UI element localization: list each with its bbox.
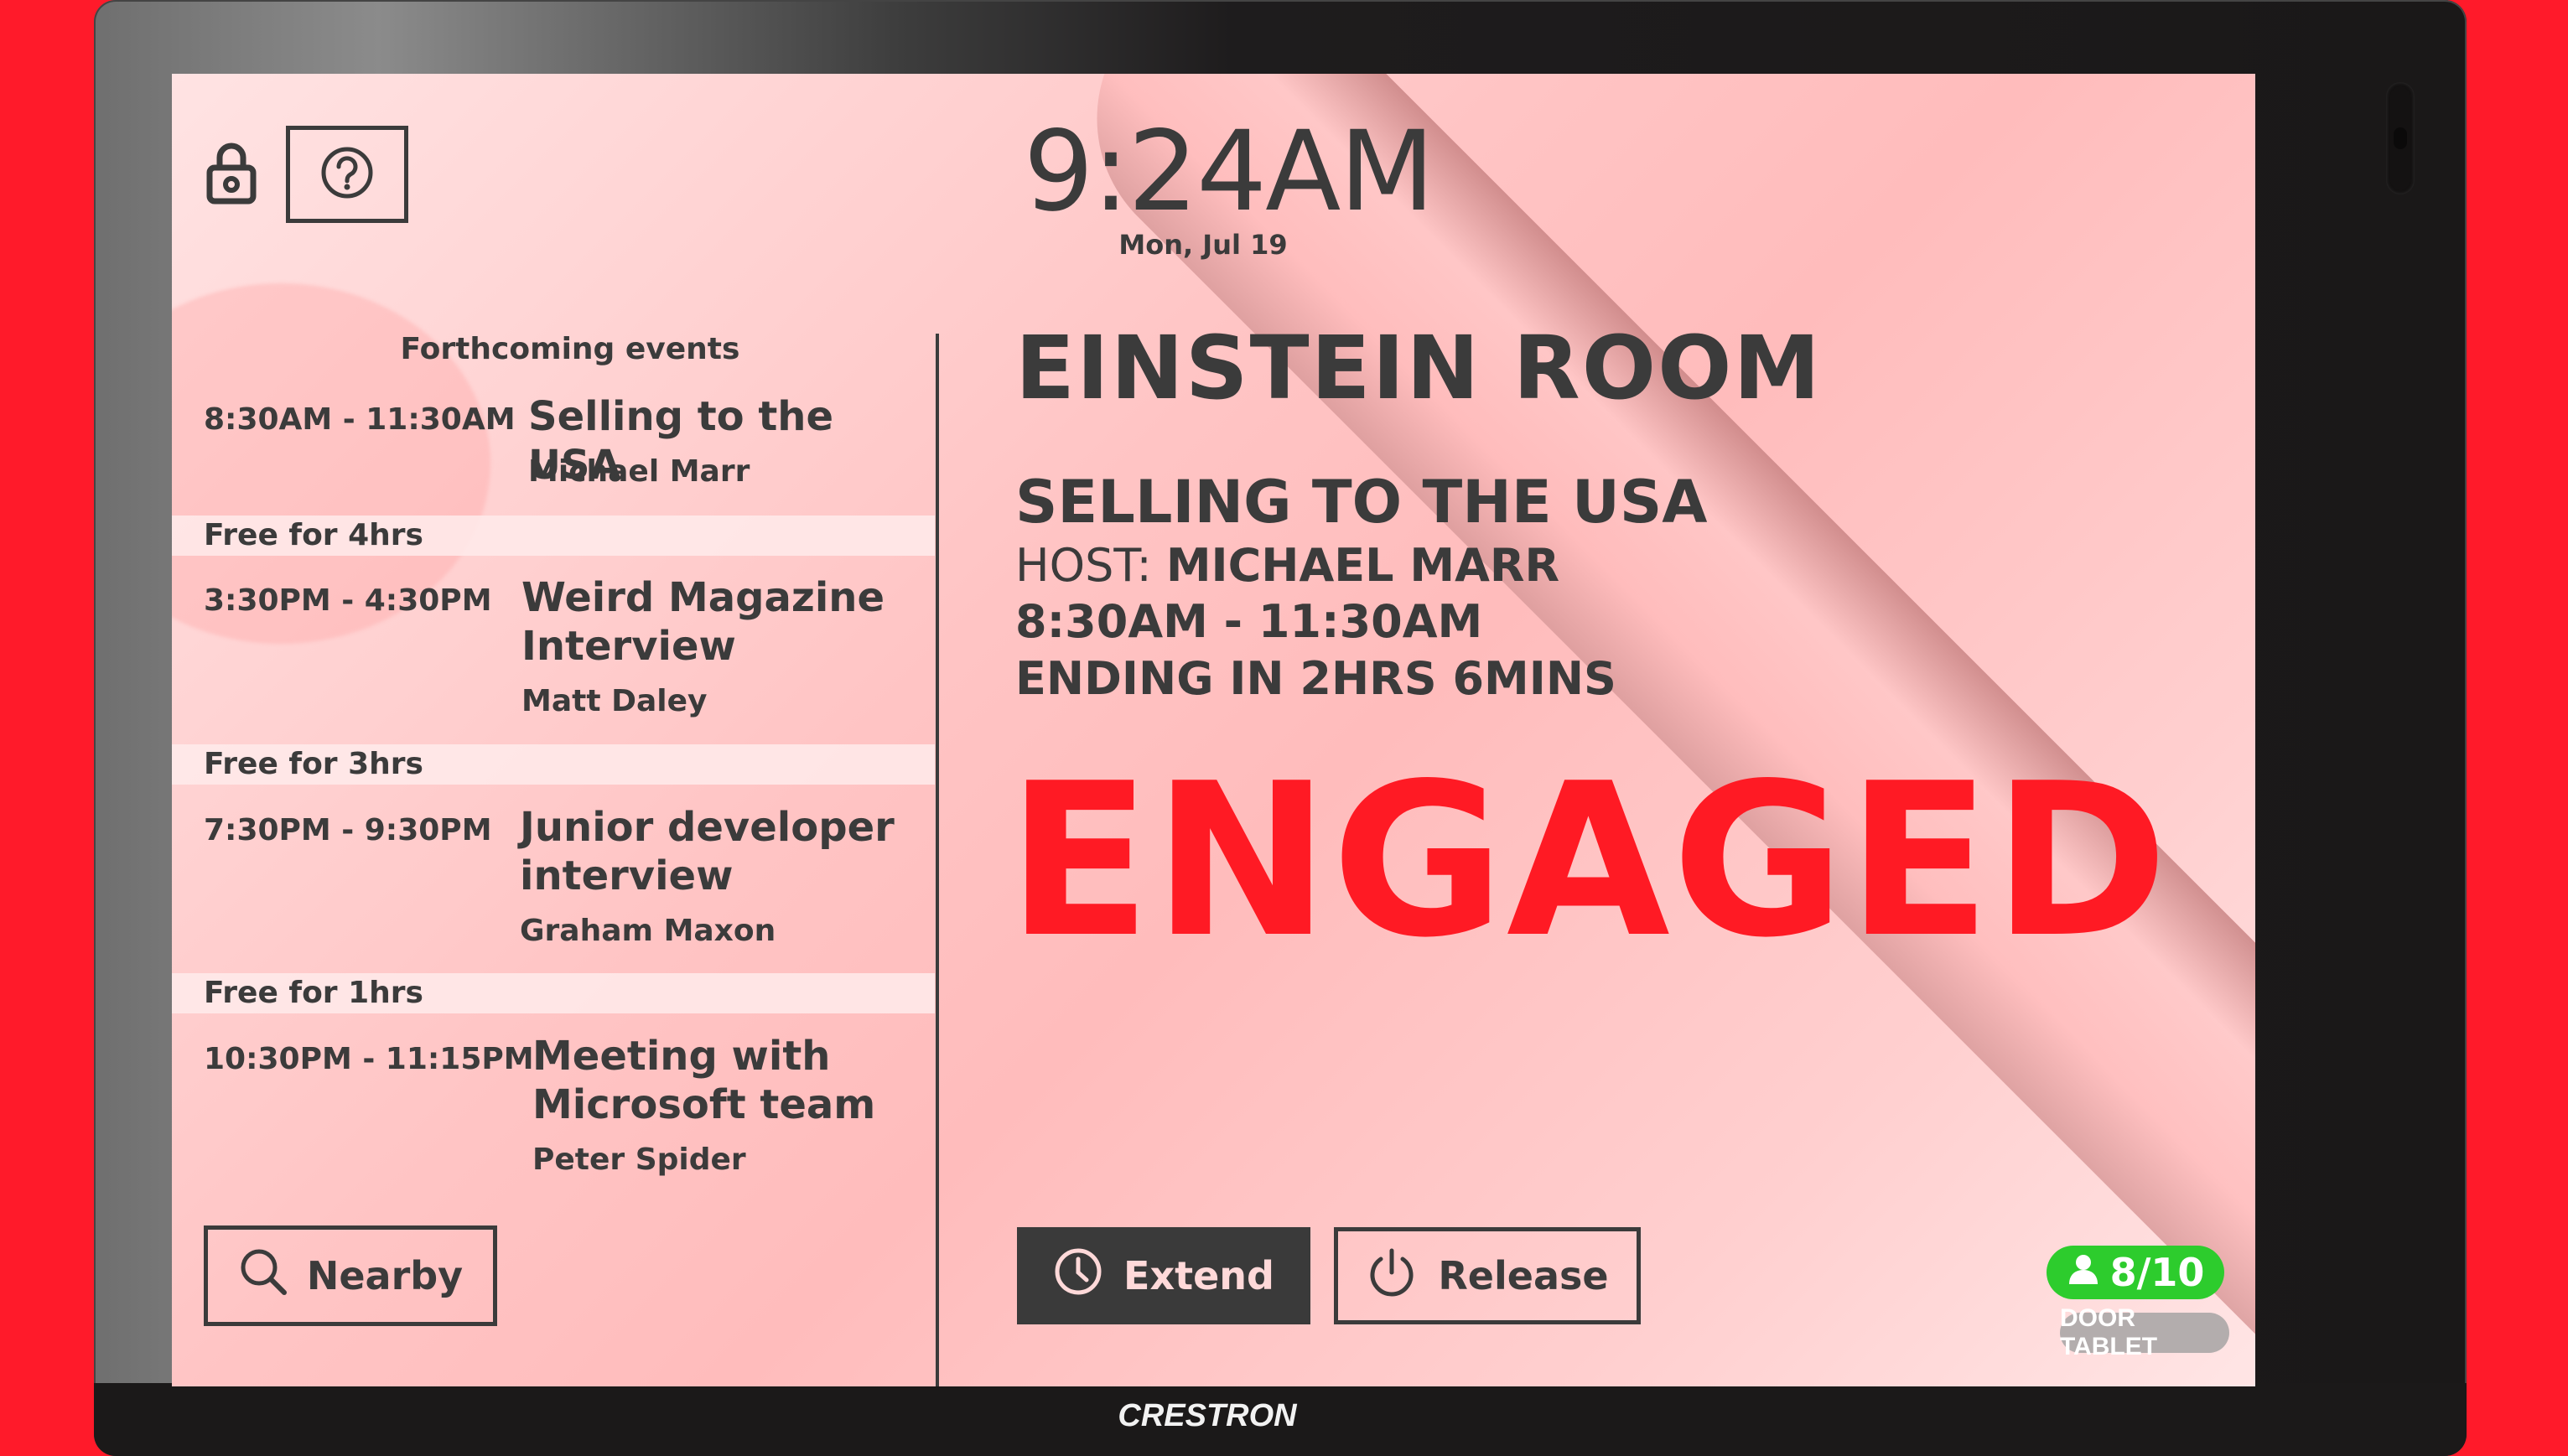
nearby-label: Nearby: [306, 1253, 464, 1298]
extend-label: Extend: [1123, 1253, 1274, 1298]
nearby-button[interactable]: Nearby: [204, 1225, 497, 1326]
event-host: Peter Spider: [532, 1143, 746, 1177]
camera-sensor: [2386, 82, 2415, 194]
event-time: 7:30PM - 9:30PM: [204, 813, 492, 847]
room-status: ENGAGED: [1007, 738, 2171, 984]
event-title: Junior developer interview: [520, 804, 895, 899]
decorative-band: [1040, 74, 2255, 1386]
capacity-badge: 8/10: [2047, 1246, 2224, 1299]
release-label: Release: [1438, 1253, 1609, 1298]
event-title: Weird Magazine Interview: [521, 574, 885, 670]
event-host: Matt Daley: [521, 684, 708, 718]
current-date: Mon, Jul 19: [1118, 229, 1288, 261]
free-slot: Free for 4hrs: [172, 516, 935, 556]
device-type-label: DOOR TABLET: [2060, 1304, 2229, 1360]
clock-icon: [1053, 1246, 1103, 1306]
release-button[interactable]: Release: [1334, 1227, 1641, 1324]
question-circle-icon: [320, 146, 374, 203]
lock-button[interactable]: [201, 141, 262, 208]
panel-divider: [936, 334, 939, 1386]
event-time: 10:30PM - 11:15PM: [204, 1042, 534, 1076]
help-button[interactable]: [286, 126, 408, 223]
person-icon: [2067, 1250, 2100, 1295]
current-meeting-remaining: ENDING IN 2HRS 6MINS: [1015, 652, 1616, 705]
events-heading: Forthcoming events: [400, 332, 740, 366]
brand-logo: CRESTRON: [1118, 1398, 1297, 1433]
host-name: MICHAEL MARR: [1165, 539, 1560, 592]
power-icon: [1366, 1246, 1418, 1307]
room-name: EINSTEIN ROOM: [1015, 317, 1822, 419]
current-meeting-host: HOST: MICHAEL MARR: [1015, 539, 1559, 592]
event-host: Graham Maxon: [520, 914, 776, 948]
event-time: 3:30PM - 4:30PM: [204, 583, 492, 618]
room-display-screen: 9:24AM Mon, Jul 19 Forthcoming events 8:…: [172, 74, 2255, 1386]
lock-icon: [206, 141, 257, 208]
free-slot: Free for 3hrs: [172, 744, 935, 785]
extend-button[interactable]: Extend: [1017, 1227, 1310, 1324]
current-meeting-time: 8:30AM - 11:30AM: [1015, 595, 1483, 648]
search-icon: [238, 1246, 288, 1306]
capacity-value: 8/10: [2109, 1250, 2205, 1295]
event-title: Meeting with Microsoft team: [532, 1033, 876, 1128]
host-label: HOST:: [1015, 539, 1152, 592]
free-slot: Free for 1hrs: [172, 973, 935, 1013]
current-meeting-title: SELLING TO THE USA: [1015, 468, 1708, 536]
event-time: 8:30AM - 11:30AM: [204, 402, 516, 437]
current-time: 9:24AM: [1023, 107, 1435, 236]
event-host: Michael Marr: [528, 454, 750, 489]
